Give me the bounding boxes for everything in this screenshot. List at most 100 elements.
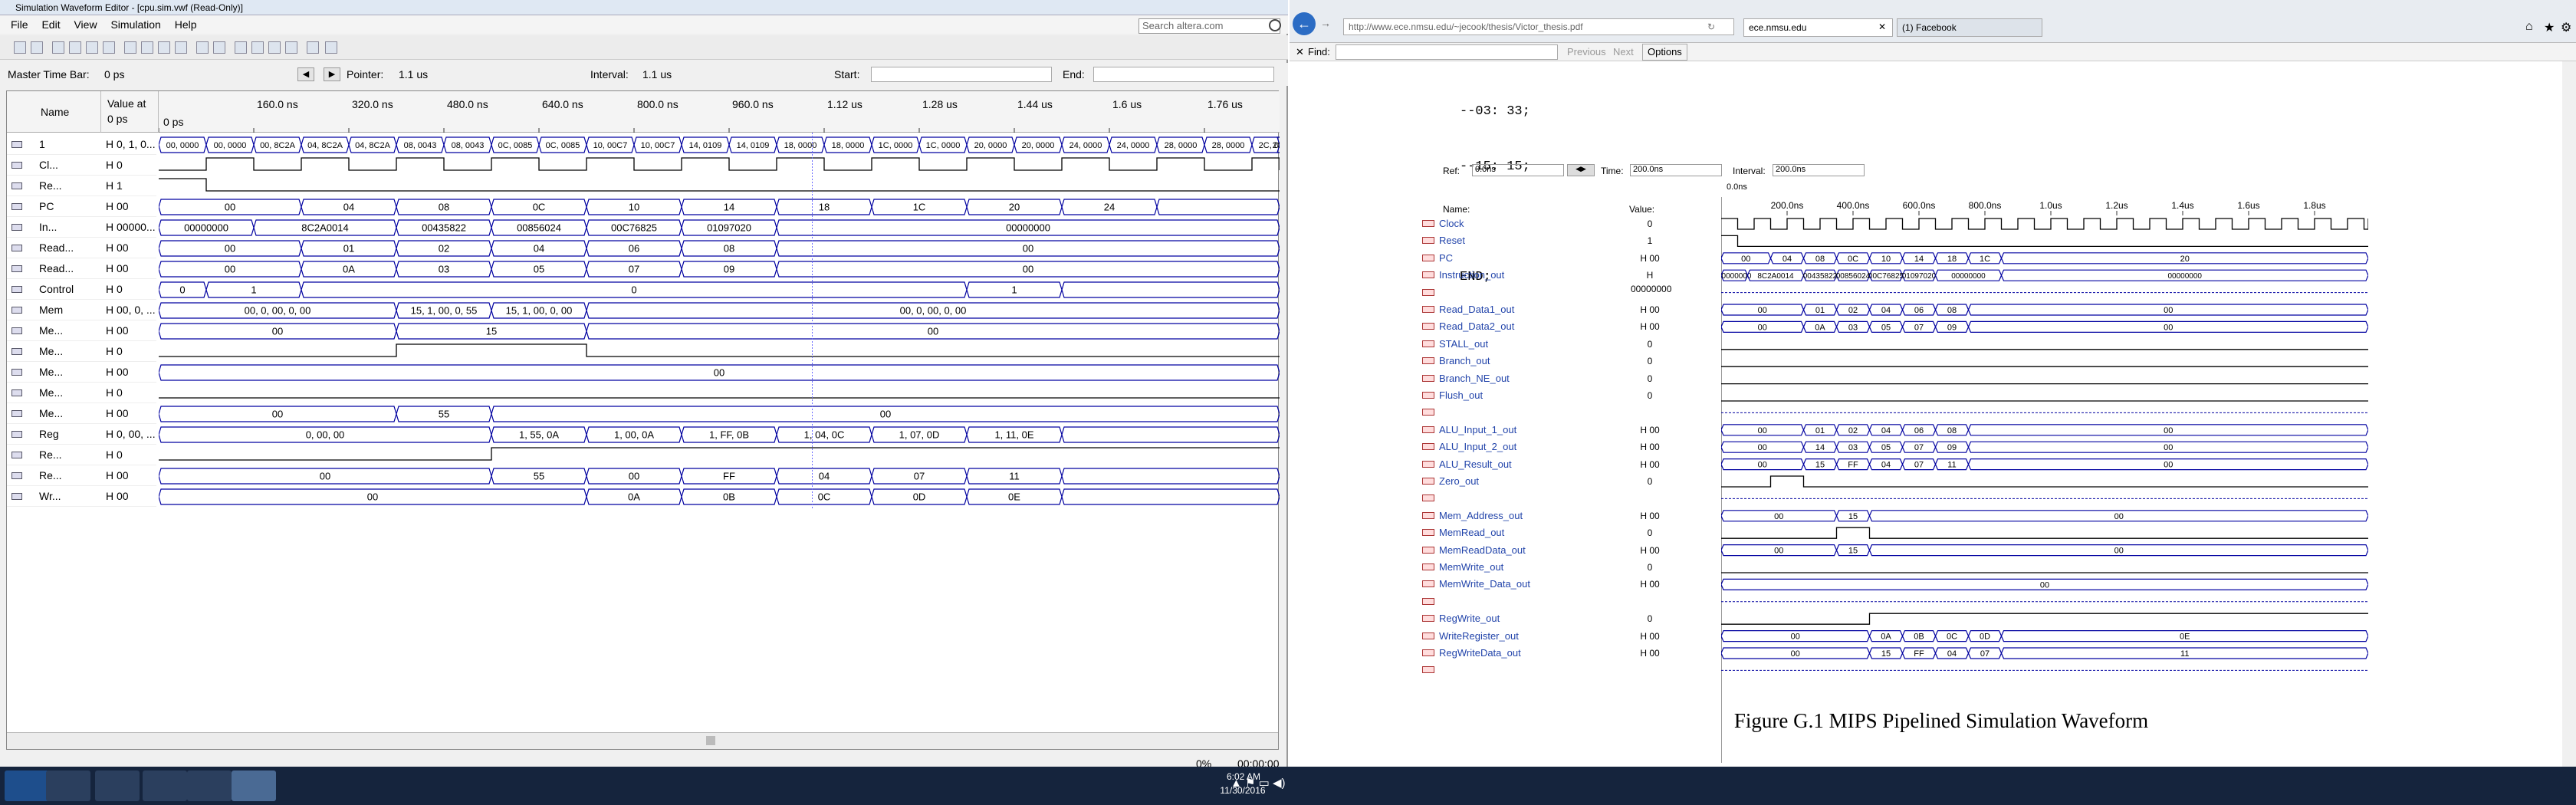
snap-icon[interactable] (235, 41, 247, 54)
start-button-icon[interactable] (5, 770, 49, 801)
arbitrary-value-icon[interactable] (196, 41, 209, 54)
bus-segment: 00 (776, 261, 1280, 278)
zoom-tool-icon[interactable] (31, 41, 43, 54)
scrollbar-thumb[interactable] (706, 736, 715, 745)
horizontal-scrollbar[interactable] (7, 732, 1278, 749)
bus-segment (1156, 199, 1280, 215)
find-options-button[interactable]: Options (1642, 44, 1687, 61)
bus-value: 09 (724, 264, 734, 275)
waveform-tool-icon[interactable] (52, 41, 64, 54)
tab-facebook[interactable]: (1) Facebook (1897, 18, 2042, 37)
bus-value: 00000000 (2168, 272, 2203, 281)
app-icon[interactable] (187, 770, 232, 801)
bus-value: 0C (533, 202, 546, 213)
bus-value: 0 (179, 284, 185, 296)
figure-tick-label: 1.0us (2039, 200, 2062, 211)
bus-value: 8C2A0014 (301, 222, 348, 234)
menu-edit[interactable]: Edit (41, 18, 60, 31)
run-functional-icon[interactable] (251, 41, 264, 54)
bus-segment: 1, 07, 0D (871, 426, 968, 443)
bus-value: 20, 0000 (1022, 141, 1055, 150)
tab-close-icon[interactable]: ✕ (1878, 21, 1886, 32)
menu-simulation[interactable]: Simulation (110, 18, 160, 31)
ruler-tick: 1.6 us (1109, 98, 1142, 133)
signal-name: Cl... (39, 159, 58, 171)
run-timing-icon[interactable] (268, 41, 281, 54)
start-field[interactable] (871, 67, 1052, 82)
home-icon[interactable]: ⌂ (2525, 20, 2533, 34)
bus-segment: 00 (1720, 252, 1772, 264)
bus-segment: 10, 00C7 (633, 136, 682, 153)
search-icon[interactable] (1269, 19, 1281, 31)
force-z-icon[interactable] (103, 41, 115, 54)
refresh-icon[interactable]: ↻ (1707, 21, 1715, 32)
force-high-icon[interactable] (86, 41, 98, 54)
find-previous-button[interactable]: Previous (1567, 43, 1606, 61)
chart-icon[interactable] (307, 41, 319, 54)
bus-segment: 0A (301, 261, 397, 278)
column-name-header[interactable]: Name (7, 91, 101, 133)
grid-icon[interactable] (325, 41, 337, 54)
figure-ruler-tick: 800.0ns (1969, 200, 2001, 215)
bus-value: 0C, 0085 (498, 141, 533, 150)
bus-value: 00 (272, 326, 283, 337)
netlist-icon[interactable] (285, 41, 297, 54)
next-transition-button[interactable]: ▶ (324, 67, 340, 81)
bus-value: 05 (1881, 443, 1891, 452)
signal-name: PC (39, 200, 54, 212)
close-find-icon[interactable]: ✕ (1296, 43, 1304, 61)
select-tool-icon[interactable] (14, 41, 26, 54)
column-value-header[interactable]: Value at 0 ps (101, 91, 159, 133)
bus-segment: 00 (1720, 320, 1805, 333)
bus-segment: 00C76825 (1868, 269, 1904, 281)
clock-value-icon[interactable] (175, 41, 187, 54)
prev-transition-button[interactable]: ◀ (297, 67, 314, 81)
tab-ece[interactable]: ece.nmsu.edu (1743, 18, 1893, 37)
force-low-icon[interactable] (69, 41, 81, 54)
ie-icon[interactable] (46, 770, 90, 801)
quartus-icon[interactable] (232, 770, 276, 801)
bus-segment: 00000000 (158, 219, 255, 236)
bus-segment: 15 (396, 323, 587, 340)
invert-icon[interactable] (141, 41, 153, 54)
address-bar[interactable]: http://www.ece.nmsu.edu/~jecook/thesis/V… (1343, 18, 1734, 35)
bus-segment: 24 (1061, 199, 1158, 215)
bus-value: 20, 0000 (974, 141, 1007, 150)
settings-gear-icon[interactable]: ⚙ (2561, 20, 2571, 35)
bus-segment: 04 (491, 240, 587, 257)
bus-segment: 00 (1720, 458, 1805, 471)
find-input[interactable] (1336, 44, 1558, 60)
forward-arrow-icon[interactable]: → (1320, 17, 1332, 29)
bus-value: 1 (251, 284, 256, 296)
count-value-icon[interactable] (158, 41, 170, 54)
back-arrow-icon[interactable]: ← (1293, 12, 1316, 35)
ruler-tick-label: 800.0 ns (637, 98, 678, 110)
bus-value: 24, 0000 (1070, 141, 1102, 150)
clock-date[interactable]: 11/30/2016 (1219, 785, 1267, 796)
bus-segment: 00 (1967, 320, 2369, 333)
figure-signal-icon (1422, 306, 1434, 313)
menu-view[interactable]: View (74, 18, 97, 31)
menu-help[interactable]: Help (175, 18, 197, 31)
bus-segment: 07 (586, 261, 682, 278)
media-player-icon[interactable] (143, 770, 187, 801)
bus-segment: 0E (2000, 629, 2369, 642)
bus-value: 0C, 0085 (546, 141, 580, 150)
find-next-button[interactable]: Next (1613, 43, 1634, 61)
clock-time[interactable]: 6:02 AM (1221, 771, 1267, 782)
bus-segment: 08 (396, 199, 492, 215)
end-field[interactable] (1093, 67, 1274, 82)
master-time-bar-value: 0 ps (104, 68, 125, 80)
figure-signal-name: ALU_Input_1_out (1439, 423, 1517, 435)
waveform-canvas[interactable]: 00, 0000 00, 0000 00, 8C2A 04, 8C2A 04, 8C2A… (158, 133, 1306, 746)
random-value-icon[interactable] (213, 41, 225, 54)
bus-value: 07 (629, 264, 639, 275)
menu-file[interactable]: File (11, 18, 28, 31)
favorites-icon[interactable]: ★ (2544, 20, 2555, 35)
file-explorer-icon[interactable] (95, 770, 140, 801)
search-input[interactable]: Search altera.com (1138, 18, 1280, 34)
force-x-icon[interactable] (124, 41, 136, 54)
figure-signal-name: STALL_out (1439, 337, 1489, 350)
bus-segment: 00 (1720, 424, 1805, 436)
vertical-scrollbar[interactable] (2562, 61, 2576, 767)
